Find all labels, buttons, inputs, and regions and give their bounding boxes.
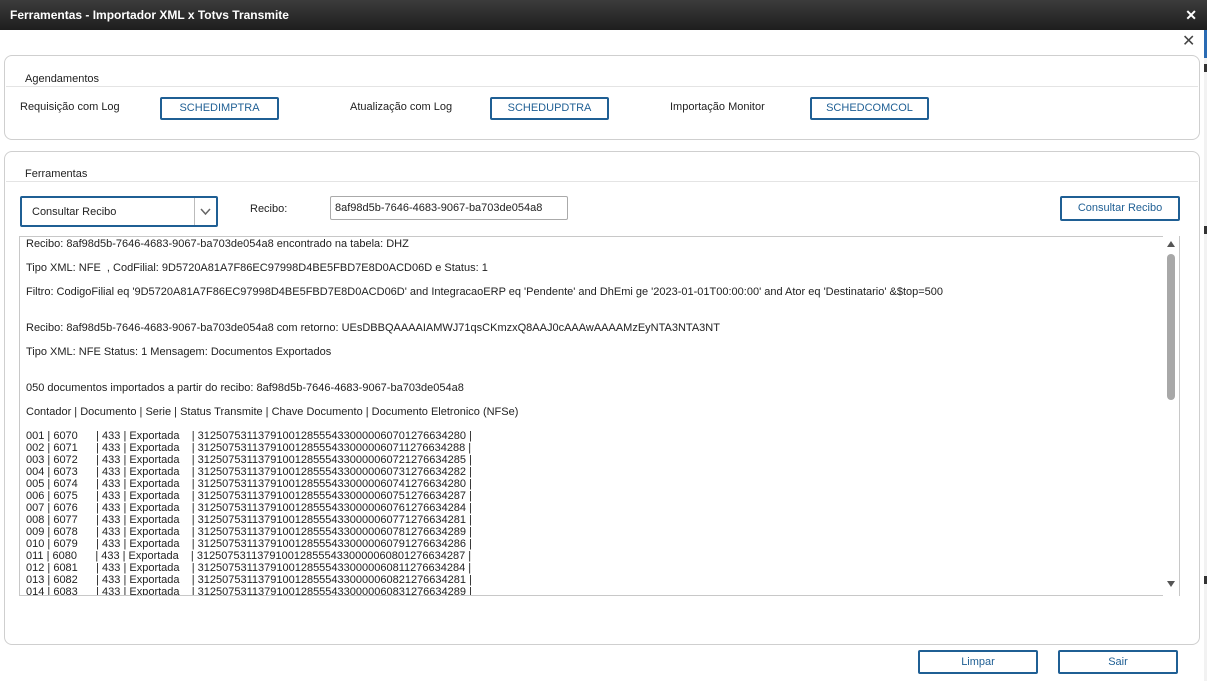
log-line: Contador | Documento | Serie | Status Tr…	[26, 406, 519, 418]
log-row: 013 | 6082 | 433 | Exportada | 312507531…	[26, 574, 472, 586]
log-line: 050 documentos importados a partir do re…	[26, 382, 464, 394]
title-bar: Ferramentas - Importador XML x Totvs Tra…	[0, 0, 1207, 30]
log-line: Recibo: 8af98d5b-7646-4683-9067-ba703de0…	[26, 322, 720, 334]
limpar-button[interactable]: Limpar	[918, 650, 1038, 674]
requisicao-label: Requisição com Log	[20, 101, 120, 113]
log-row: 007 | 6076 | 433 | Exportada | 312507531…	[26, 502, 472, 514]
log-scrollbar[interactable]	[1163, 236, 1179, 596]
schedupdtra-button[interactable]: SCHEDUPDTRA	[490, 97, 609, 120]
log-row: 008 | 6077 | 433 | Exportada | 312507531…	[26, 514, 472, 526]
recibo-input[interactable]: 8af98d5b-7646-4683-9067-ba703de054a8	[330, 196, 568, 220]
log-textarea[interactable]: Recibo: 8af98d5b-7646-4683-9067-ba703de0…	[19, 236, 1180, 596]
log-line: Recibo: 8af98d5b-7646-4683-9067-ba703de0…	[26, 238, 409, 250]
recibo-label: Recibo:	[250, 203, 288, 215]
tool-select[interactable]: Consultar Recibo	[20, 196, 218, 227]
close-window-icon[interactable]: ✕	[1185, 7, 1197, 24]
log-row: 006 | 6075 | 433 | Exportada | 312507531…	[26, 490, 472, 502]
window-title: Ferramentas - Importador XML x Totvs Tra…	[10, 8, 289, 22]
log-row: 003 | 6072 | 433 | Exportada | 312507531…	[26, 454, 472, 466]
sair-button[interactable]: Sair	[1058, 650, 1178, 674]
log-line: Tipo XML: NFE , CodFilial: 9D5720A81A7F8…	[26, 262, 488, 274]
close-dialog-icon[interactable]: ✕	[1182, 31, 1195, 51]
log-row: 010 | 6079 | 433 | Exportada | 312507531…	[26, 538, 472, 550]
scroll-down-icon[interactable]	[1167, 581, 1175, 587]
log-row: 004 | 6073 | 433 | Exportada | 312507531…	[26, 466, 472, 478]
schedimptra-button[interactable]: SCHEDIMPTRA	[160, 97, 279, 120]
log-row: 012 | 6081 | 433 | Exportada | 312507531…	[26, 562, 472, 574]
consultar-recibo-button[interactable]: Consultar Recibo	[1060, 196, 1180, 221]
chevron-down-icon[interactable]	[194, 198, 216, 225]
log-row: 011 | 6080 | 433 | Exportada | 312507531…	[26, 550, 472, 562]
atualizacao-label: Atualização com Log	[350, 101, 453, 113]
log-row: 005 | 6074 | 433 | Exportada | 312507531…	[26, 478, 472, 490]
log-line: Tipo XML: NFE Status: 1 Mensagem: Docume…	[26, 346, 332, 358]
log-content: Recibo: 8af98d5b-7646-4683-9067-ba703de0…	[26, 237, 1161, 596]
log-row: 014 | 6083 | 433 | Exportada | 312507531…	[26, 586, 472, 596]
panel-separator	[6, 181, 1198, 182]
scroll-thumb[interactable]	[1167, 254, 1175, 400]
tool-select-value: Consultar Recibo	[32, 206, 117, 218]
panel-separator	[6, 86, 1198, 87]
log-rows: 001 | 6070 | 433 | Exportada | 312507531…	[26, 430, 1161, 596]
log-line: Filtro: CodigoFilial eq '9D5720A81A7F86E…	[26, 286, 944, 298]
agendamentos-title: Agendamentos	[25, 73, 99, 85]
schedcomcol-button[interactable]: SCHEDCOMCOL	[810, 97, 929, 120]
log-row: 009 | 6078 | 433 | Exportada | 312507531…	[26, 526, 472, 538]
scroll-up-icon[interactable]	[1167, 241, 1175, 247]
log-row: 002 | 6071 | 433 | Exportada | 312507531…	[26, 442, 472, 454]
importacao-monitor-label: Importação Monitor	[670, 101, 765, 113]
ferramentas-title: Ferramentas	[25, 168, 88, 180]
log-row: 001 | 6070 | 433 | Exportada | 312507531…	[26, 430, 472, 442]
